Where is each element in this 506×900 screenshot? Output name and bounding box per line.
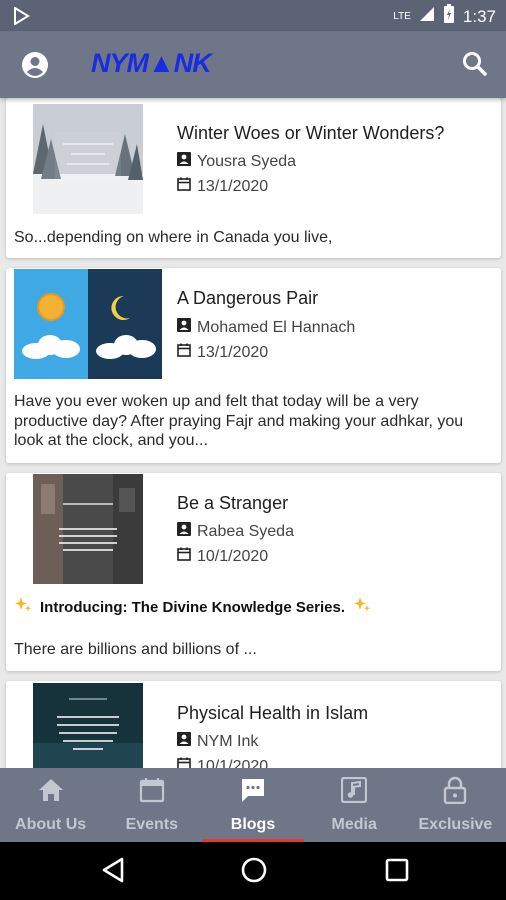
search-icon[interactable] [462,51,488,82]
author-icon [177,522,191,541]
blog-date: 10/1/2020 [177,757,268,768]
blog-list[interactable]: Winter Woes or Winter Wonders? Yousra Sy… [0,98,506,768]
blog-author: NYM Ink [177,732,258,751]
nav-label: Exclusive [418,816,493,833]
bottom-nav: About Us Events Blogs Media Exclusive [0,768,506,842]
blog-title[interactable]: Winter Woes or Winter Wonders? [177,123,444,144]
recents-icon[interactable] [384,856,410,889]
blog-date: 13/1/2020 [177,343,268,362]
blog-author: Yousra Syeda [177,152,296,171]
author-name: NYM Ink [197,732,259,750]
status-time: 1:37 [462,6,496,26]
home-icon [38,776,64,804]
sparkles-icon [14,596,32,618]
blog-title[interactable]: Physical Health in Islam [177,703,368,724]
blog-thumbnail [33,474,143,584]
nav-label: Media [331,816,377,833]
battery-icon [443,4,455,29]
account-icon[interactable] [21,51,49,84]
blog-card[interactable]: Physical Health in Islam NYM Ink 10/1/20… [6,681,501,768]
blog-excerpt: So...depending on where in Canada you li… [14,229,333,246]
author-icon [177,152,191,171]
calendar-icon [177,547,191,566]
play-store-icon [12,6,30,30]
nav-blogs[interactable]: Blogs [202,768,304,842]
chat-icon [240,776,266,804]
blog-thumbnail [33,104,143,214]
nav-label: Events [125,816,179,833]
date-text: 10/1/2020 [197,757,269,769]
home-button-icon[interactable] [240,856,268,889]
date-text: 13/1/2020 [197,177,269,195]
calendar-icon [177,177,191,196]
intro-text: Introducing: The Divine Knowledge Series… [40,598,346,616]
nav-media[interactable]: Media [304,768,405,842]
nav-label: Blogs [230,816,276,833]
blog-date: 10/1/2020 [177,547,268,566]
app-logo: NYM▲NK [91,48,212,78]
nav-exclusive[interactable]: Exclusive [405,768,506,842]
nav-events[interactable]: Events [101,768,202,842]
blog-thumbnail [14,269,162,379]
author-icon [177,318,191,337]
blog-title[interactable]: Be a Stranger [177,493,288,514]
author-name: Rabea Syeda [197,522,294,540]
blog-excerpt: There are billions and billions of ... [14,641,257,658]
blog-card[interactable]: Winter Woes or Winter Wonders? Yousra Sy… [6,98,501,258]
blog-card[interactable]: Be a Stranger Rabea Syeda 10/1/2020 Intr… [6,473,501,671]
lock-icon [443,776,467,804]
blog-author: Rabea Syeda [177,522,294,541]
nav-label: About Us [15,816,87,833]
app-bar: NYM▲NK [0,31,506,98]
calendar-icon [177,343,191,362]
blog-intro: Introducing: The Divine Knowledge Series… [14,596,371,618]
sparkles-icon [353,596,371,618]
calendar-icon [139,776,165,804]
blog-author: Mohamed El Hannach [177,318,355,337]
back-icon[interactable] [101,856,125,889]
system-nav-bar [0,842,506,900]
date-text: 10/1/2020 [197,547,269,565]
blog-date: 13/1/2020 [177,177,268,196]
signal-icon [419,6,435,27]
date-text: 13/1/2020 [197,343,269,361]
author-name: Mohamed El Hannach [197,318,356,336]
nav-about-us[interactable]: About Us [0,768,101,842]
author-name: Yousra Syeda [197,152,297,170]
blog-card[interactable]: A Dangerous Pair Mohamed El Hannach 13/1… [6,268,501,463]
blog-excerpt: Have you ever woken up and felt that tod… [14,393,464,449]
author-icon [177,732,191,751]
music-note-icon [341,776,368,804]
blog-title[interactable]: A Dangerous Pair [177,288,318,309]
network-type: LTE [393,11,411,22]
calendar-icon [177,757,191,768]
blog-thumbnail [33,683,143,768]
status-bar: LTE 1:37 [0,0,506,31]
